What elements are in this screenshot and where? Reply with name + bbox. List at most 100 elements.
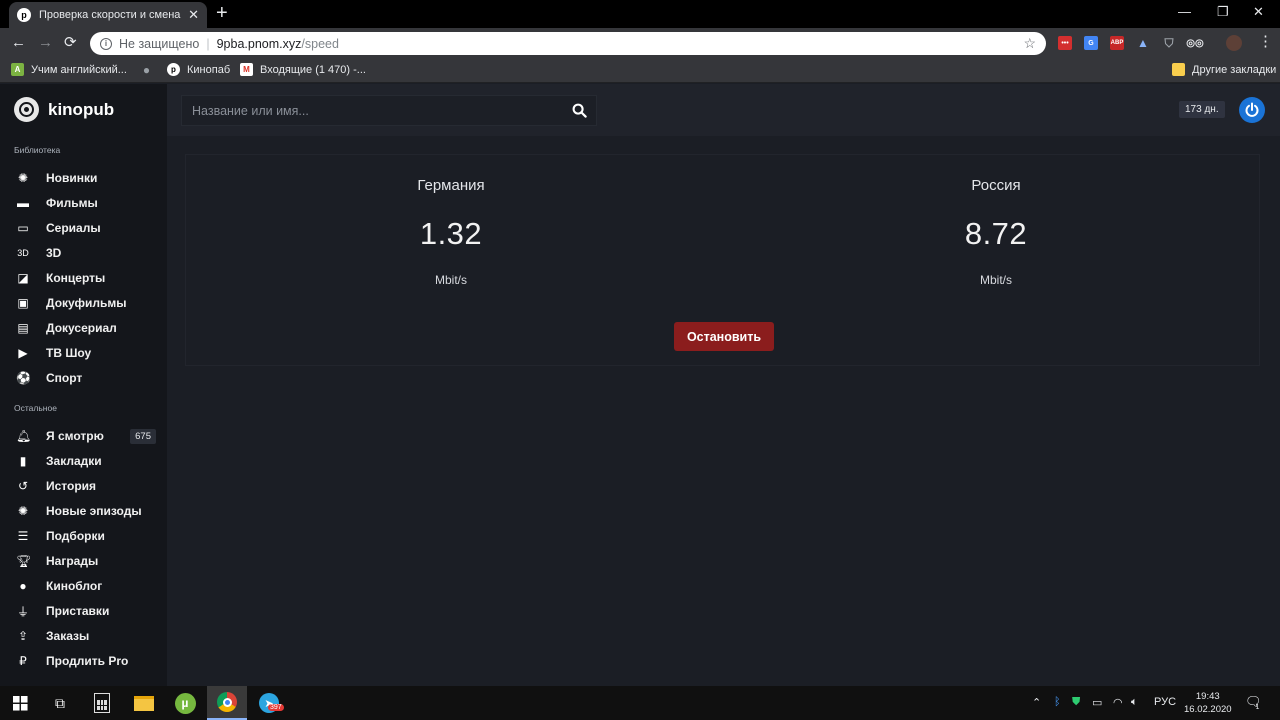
address-bar[interactable]: i Не защищено | 9pba.pnom.xyz /speed ☆ <box>90 32 1046 55</box>
3d-icon: 3D <box>17 248 29 258</box>
app-name: kinopub <box>48 99 115 119</box>
task-view-icon[interactable]: ⧉ <box>40 686 80 720</box>
film-icon: ▬ <box>17 196 29 210</box>
sidebar-item-bookmarks[interactable]: ▮ Закладки <box>16 451 156 471</box>
translate-icon[interactable]: G <box>1084 36 1098 50</box>
other-bookmarks[interactable]: Другие закладки <box>1172 63 1276 76</box>
info-icon[interactable]: i <box>100 37 112 50</box>
battery-icon[interactable]: ▭ <box>1092 696 1102 709</box>
docfilm-icon: ▣ <box>17 296 29 310</box>
file-explorer-icon[interactable] <box>124 686 164 720</box>
sidebar-item-docuserial[interactable]: ▤ Докусериал <box>16 318 156 338</box>
wifi-icon[interactable]: ◠ <box>1113 696 1123 709</box>
bookmark-item[interactable]: ● <box>140 63 160 77</box>
sidebar: kinopub Библиотека ✺ Новинки ▬ Фильмы ▭ … <box>0 84 167 686</box>
watching-count-badge: 675 <box>130 428 156 444</box>
bookmarks-bar: A Учим английский... ● p Кинопаб M Входя… <box>0 59 1280 83</box>
speed-value: 1.32 <box>419 216 483 251</box>
search-input[interactable] <box>192 103 562 118</box>
bookmark-item[interactable]: A Учим английский... <box>11 63 127 76</box>
tv-icon: ▭ <box>17 221 29 235</box>
bookmark-item[interactable]: p Кинопаб <box>167 63 230 76</box>
sidebar-item-docfilms[interactable]: ▣ Докуфильмы <box>16 293 156 313</box>
sidebar-item-films[interactable]: ▬ Фильмы <box>16 193 156 213</box>
sidebar-item-label: Докуфильмы <box>46 296 127 310</box>
gmail-icon: M <box>240 63 253 76</box>
sidebar-item-collections[interactable]: ☰ Подборки <box>16 526 156 546</box>
sidebar-item-concerts[interactable]: ◪ Концерты <box>16 268 156 288</box>
maximize-icon[interactable]: ❐ <box>1217 4 1229 20</box>
profile-avatar-icon[interactable] <box>1226 35 1242 51</box>
country-label: Германия <box>417 177 485 194</box>
bookmark-label: Входящие (1 470) -... <box>260 63 366 76</box>
back-icon[interactable]: ← <box>11 34 26 52</box>
sidebar-item-label: Сериалы <box>46 221 101 235</box>
speed-unit: Mbit/s <box>979 273 1012 287</box>
calculator-icon[interactable] <box>82 686 122 720</box>
language-indicator[interactable]: РУС <box>1154 696 1176 708</box>
sidebar-item-new-episodes[interactable]: ✺ Новые эпизоды <box>16 501 156 521</box>
utorrent-icon[interactable]: µ <box>165 686 205 720</box>
chrome-taskbar-icon[interactable] <box>207 686 247 720</box>
menu-kebab-icon[interactable]: ⋮ <box>1258 33 1273 51</box>
close-tab-icon[interactable]: ✕ <box>188 7 199 23</box>
glasses-extension-icon[interactable]: ◎◎ <box>1186 36 1203 50</box>
telegram-icon[interactable]: ➤ 397 <box>249 686 289 720</box>
bookmark-star-icon[interactable]: ☆ <box>1023 35 1036 52</box>
sidebar-item-extend-pro[interactable]: ₽ Продлить Pro <box>16 651 156 671</box>
sidebar-item-history[interactable]: ↺ История <box>16 476 156 496</box>
browser-tab[interactable]: p Проверка скорости и смена сер ✕ <box>9 2 207 28</box>
volume-icon[interactable]: 🔈︎ <box>1131 696 1138 709</box>
sidebar-item-kinoblog[interactable]: ● Киноблог <box>16 576 156 596</box>
notification-center-icon[interactable]: 🗨︎1 <box>1245 694 1265 711</box>
logo[interactable]: kinopub <box>14 97 114 122</box>
forward-icon[interactable]: → <box>38 34 53 52</box>
security-shield-icon[interactable]: ⛊ <box>1072 696 1080 709</box>
sidebar-item-awards[interactable]: 🏆︎ Награды <box>16 551 156 571</box>
sidebar-item-label: Подборки <box>46 529 105 543</box>
sidebar-item-tvshow[interactable]: ▶ ТВ Шоу <box>16 343 156 363</box>
sidebar-item-label: Новинки <box>46 171 98 185</box>
extension-dots-icon[interactable]: ••• <box>1058 36 1072 50</box>
new-tab-icon[interactable]: + <box>216 3 228 23</box>
notification-badge: 1 <box>1255 704 1260 711</box>
bell-extension-icon[interactable]: ▲ <box>1136 36 1150 50</box>
shield-extension-icon[interactable]: ⛉ <box>1162 36 1176 50</box>
sidebar-item-sport[interactable]: ⚽ Спорт <box>16 368 156 388</box>
minimize-icon[interactable]: — <box>1178 4 1191 19</box>
kinopub-favicon-icon: p <box>17 8 31 22</box>
taskbar: ⧉ µ ➤ 397 ⌃ ᛒ ⛊ ▭ ◠ 🔈︎ РУС 19:43 16.02.2… <box>0 686 1280 720</box>
speed-germany: Германия 1.32 Mbit/s <box>301 177 601 287</box>
adblock-icon[interactable]: ABP <box>1110 36 1124 50</box>
speed-value: 8.72 <box>964 216 1028 251</box>
sidebar-item-label: Докусериал <box>46 321 117 335</box>
sidebar-item-devices[interactable]: ⏚ Приставки <box>16 601 156 621</box>
security-label: Не защищено <box>119 36 200 51</box>
sidebar-item-watching[interactable]: 🔔︎ Я смотрю 675 <box>16 426 156 446</box>
search-icon[interactable] <box>572 103 587 118</box>
power-icon[interactable] <box>1239 97 1265 123</box>
sidebar-item-3d[interactable]: 3D 3D <box>16 243 156 263</box>
browser-tabbar: p Проверка скорости и смена сер ✕ + — ❐ … <box>0 0 1280 28</box>
sidebar-item-novinki[interactable]: ✺ Новинки <box>16 168 156 188</box>
kinopub-icon: p <box>167 63 180 76</box>
search-box <box>181 95 597 126</box>
bookmark-item[interactable]: M Входящие (1 470) -... <box>240 63 366 76</box>
reload-icon[interactable]: ⟳ <box>64 34 77 52</box>
docuserial-icon: ▤ <box>17 321 29 335</box>
stop-button[interactable]: Остановить <box>674 322 774 351</box>
clock[interactable]: 19:43 16.02.2020 <box>1184 690 1232 716</box>
address-path: /speed <box>301 36 339 51</box>
sidebar-item-label: История <box>46 479 97 493</box>
sidebar-item-serials[interactable]: ▭ Сериалы <box>16 218 156 238</box>
windows-start-icon[interactable] <box>0 686 40 720</box>
sidebar-item-orders[interactable]: ⇪ Заказы <box>16 626 156 646</box>
subscription-days-badge[interactable]: 173 дн. <box>1179 101 1225 118</box>
address-separator: | <box>206 36 210 51</box>
tvshow-icon: ▶ <box>18 346 28 360</box>
bluetooth-icon[interactable]: ᛒ <box>1054 696 1061 708</box>
tray-chevron-icon[interactable]: ⌃ <box>1032 696 1041 709</box>
window-close-icon[interactable]: ✕ <box>1253 4 1264 20</box>
sidebar-item-label: ТВ Шоу <box>46 346 92 360</box>
sidebar-item-label: Я смотрю <box>46 429 104 443</box>
